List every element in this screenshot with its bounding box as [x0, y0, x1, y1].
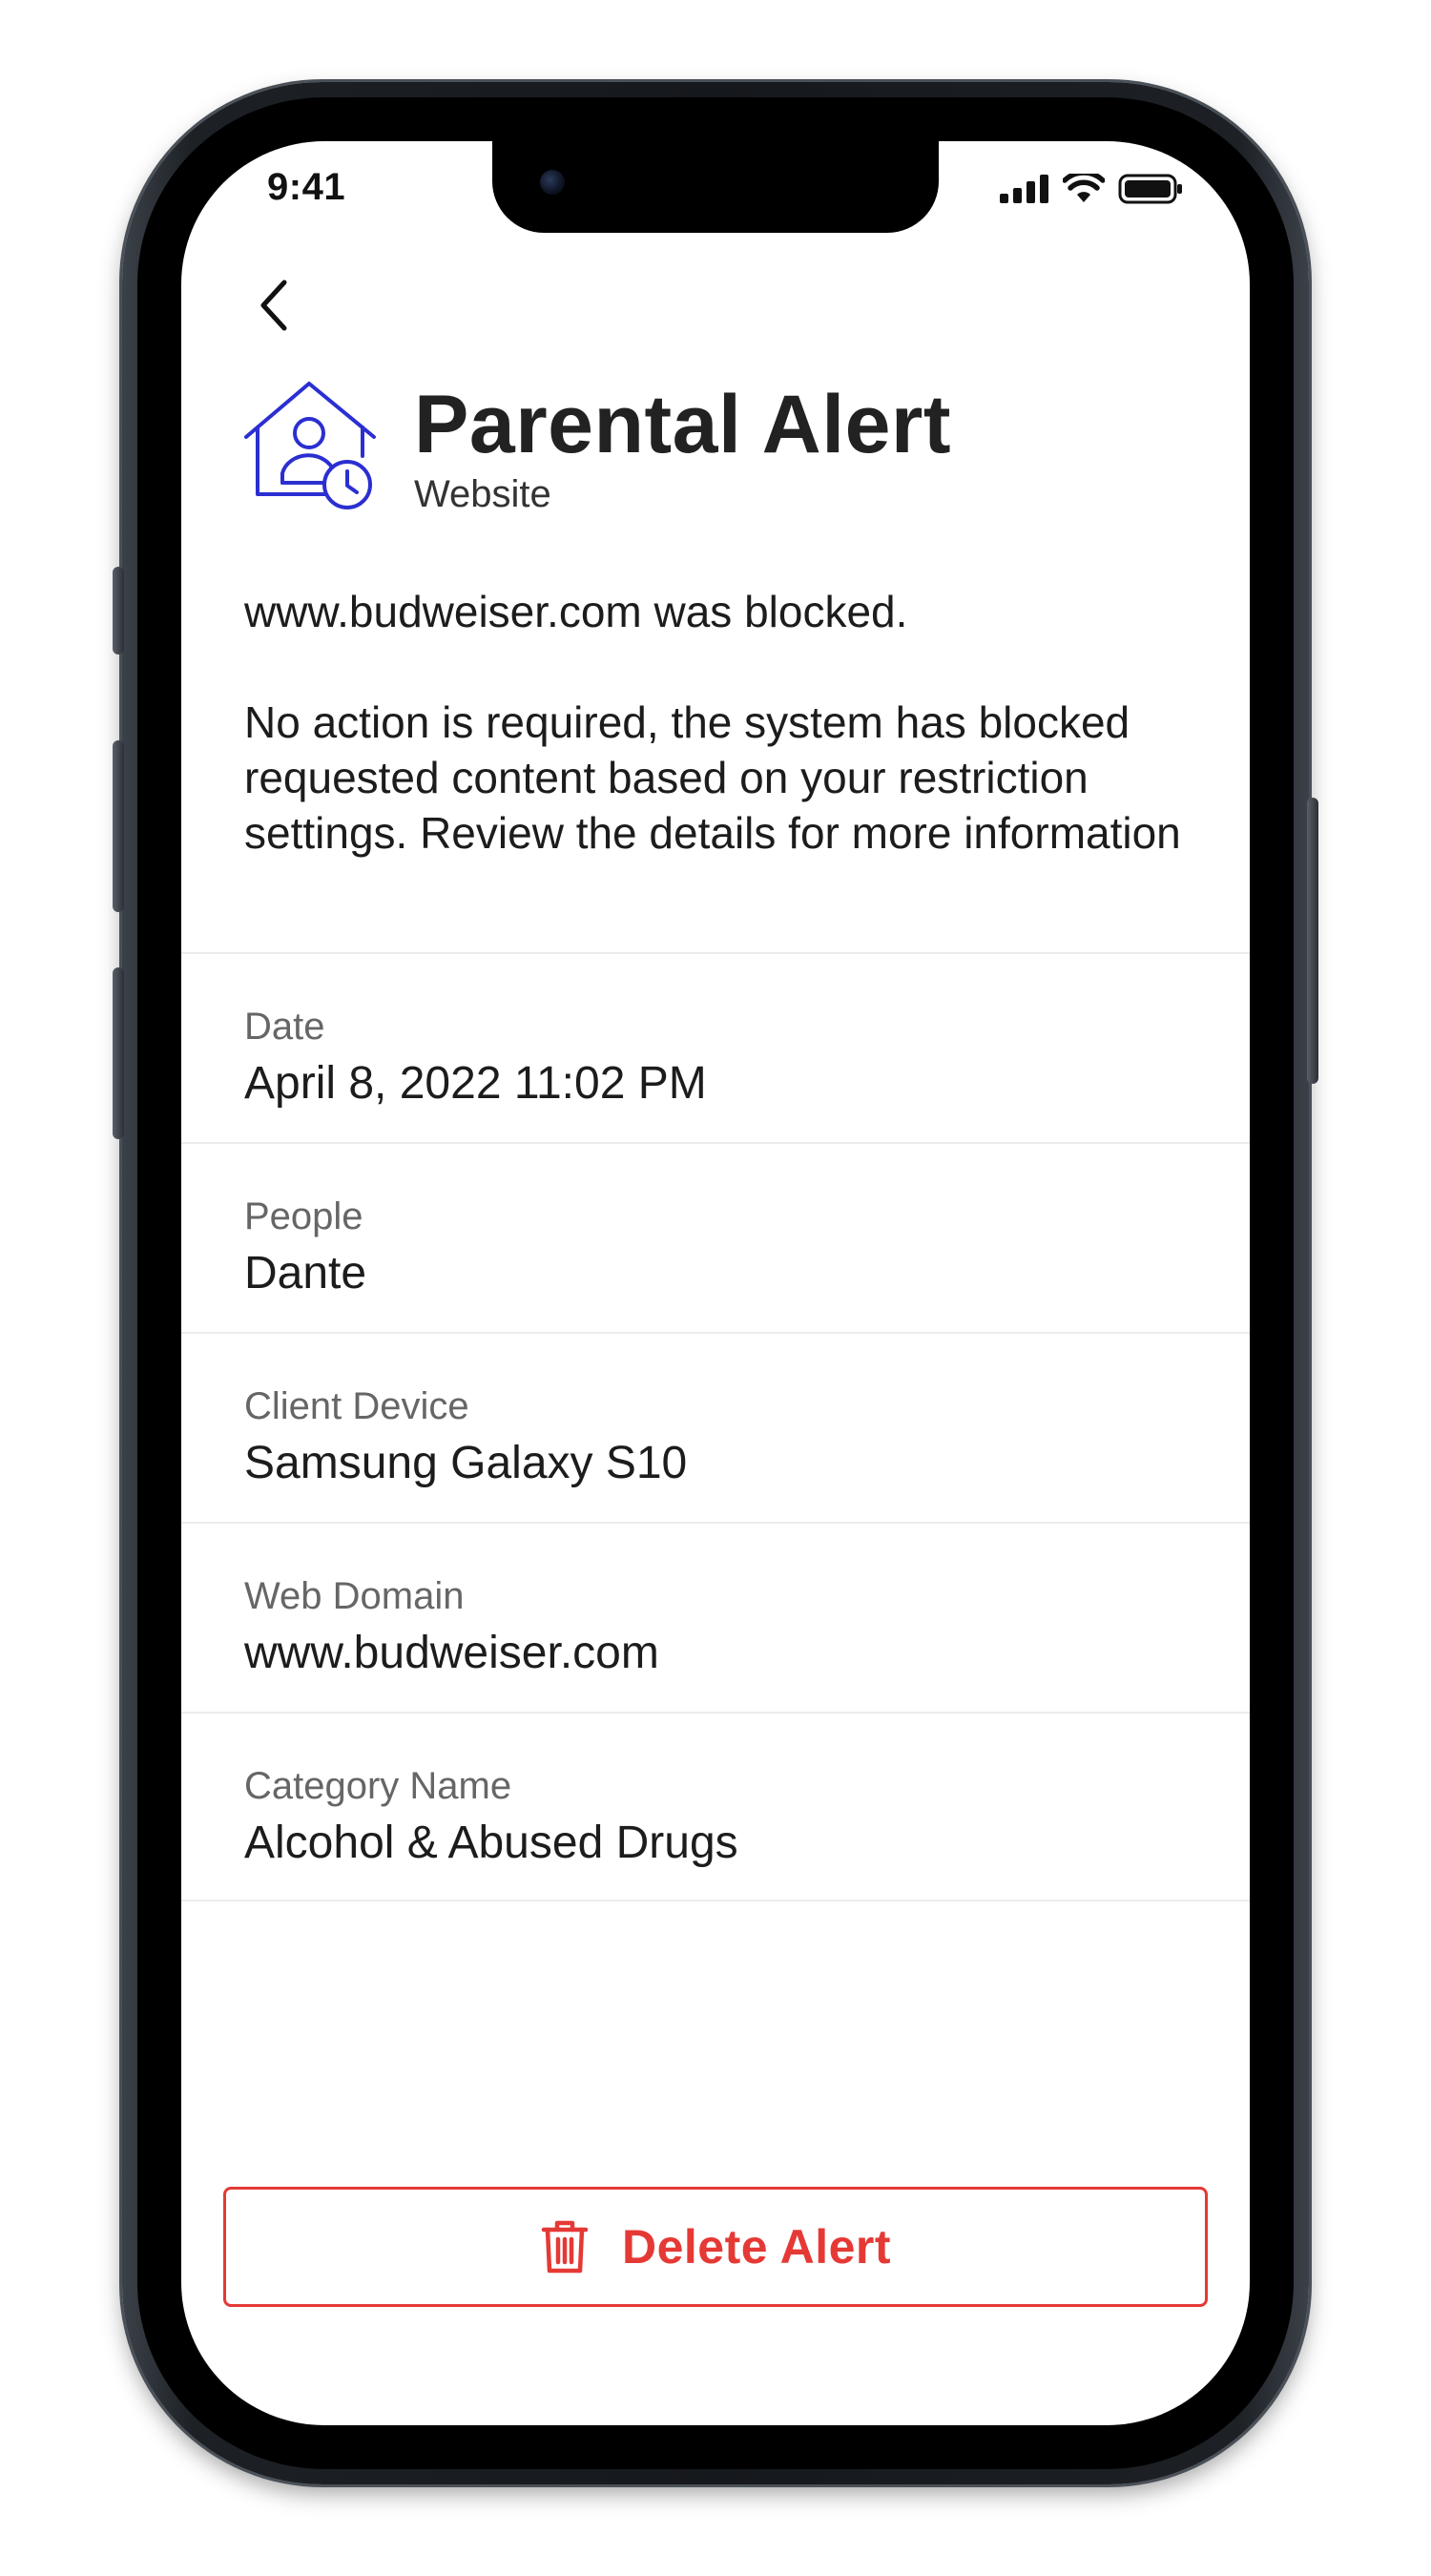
detail-row-web-domain: Web Domain www.budweiser.com [181, 1522, 1250, 1712]
detail-row-date: Date April 8, 2022 11:02 PM [181, 952, 1250, 1142]
alert-message: www.budweiser.com was blocked. No action… [244, 584, 1198, 861]
explanation-text: No action is required, the system has bl… [244, 697, 1181, 858]
front-camera [540, 170, 565, 195]
status-icons [1000, 174, 1183, 204]
page-subtitle: Website [414, 473, 551, 516]
trash-icon [541, 2220, 589, 2274]
detail-value: www.budweiser.com [244, 1628, 659, 1678]
battery-icon [1118, 174, 1182, 204]
power-button [1307, 798, 1318, 1084]
app-screen: 9:41 Parental Alert Website www.budweise… [181, 141, 1250, 2425]
detail-value: Alcohol & Abused Drugs [244, 1818, 738, 1868]
detail-value: April 8, 2022 11:02 PM [244, 1058, 707, 1109]
house-person-clock-icon [244, 382, 376, 509]
delete-alert-button[interactable]: Delete Alert [223, 2187, 1208, 2307]
blocked-notice: www.budweiser.com was blocked. [244, 587, 908, 636]
alert-header: Parental Alert Website [240, 378, 951, 516]
detail-label: Date [244, 1006, 325, 1048]
status-time: 9:41 [267, 166, 346, 208]
alert-details: Date April 8, 2022 11:02 PM People Dante… [181, 952, 1250, 1901]
detail-row-client-device: Client Device Samsung Galaxy S10 [181, 1332, 1250, 1522]
detail-label: Client Device [244, 1385, 469, 1427]
back-button[interactable] [244, 275, 305, 336]
action-button [113, 567, 124, 654]
header-text: Parental Alert Website [414, 382, 951, 516]
volume-up-button [113, 740, 124, 912]
detail-label: Web Domain [244, 1575, 465, 1617]
cellular-signal-icon [1000, 175, 1048, 203]
detail-value: Dante [244, 1248, 367, 1298]
notch [492, 141, 939, 233]
wifi-icon [1063, 174, 1105, 202]
detail-row-category-name: Category Name Alcohol & Abused Drugs [181, 1712, 1250, 1901]
page-title: Parental Alert [414, 379, 952, 470]
chevron-left-icon [260, 280, 287, 331]
detail-value: Samsung Galaxy S10 [244, 1438, 688, 1488]
detail-label: Category Name [244, 1765, 512, 1807]
volume-down-button [113, 967, 124, 1139]
detail-row-people: People Dante [181, 1142, 1250, 1332]
delete-alert-label: Delete Alert [621, 2220, 892, 2274]
detail-label: People [244, 1195, 363, 1237]
